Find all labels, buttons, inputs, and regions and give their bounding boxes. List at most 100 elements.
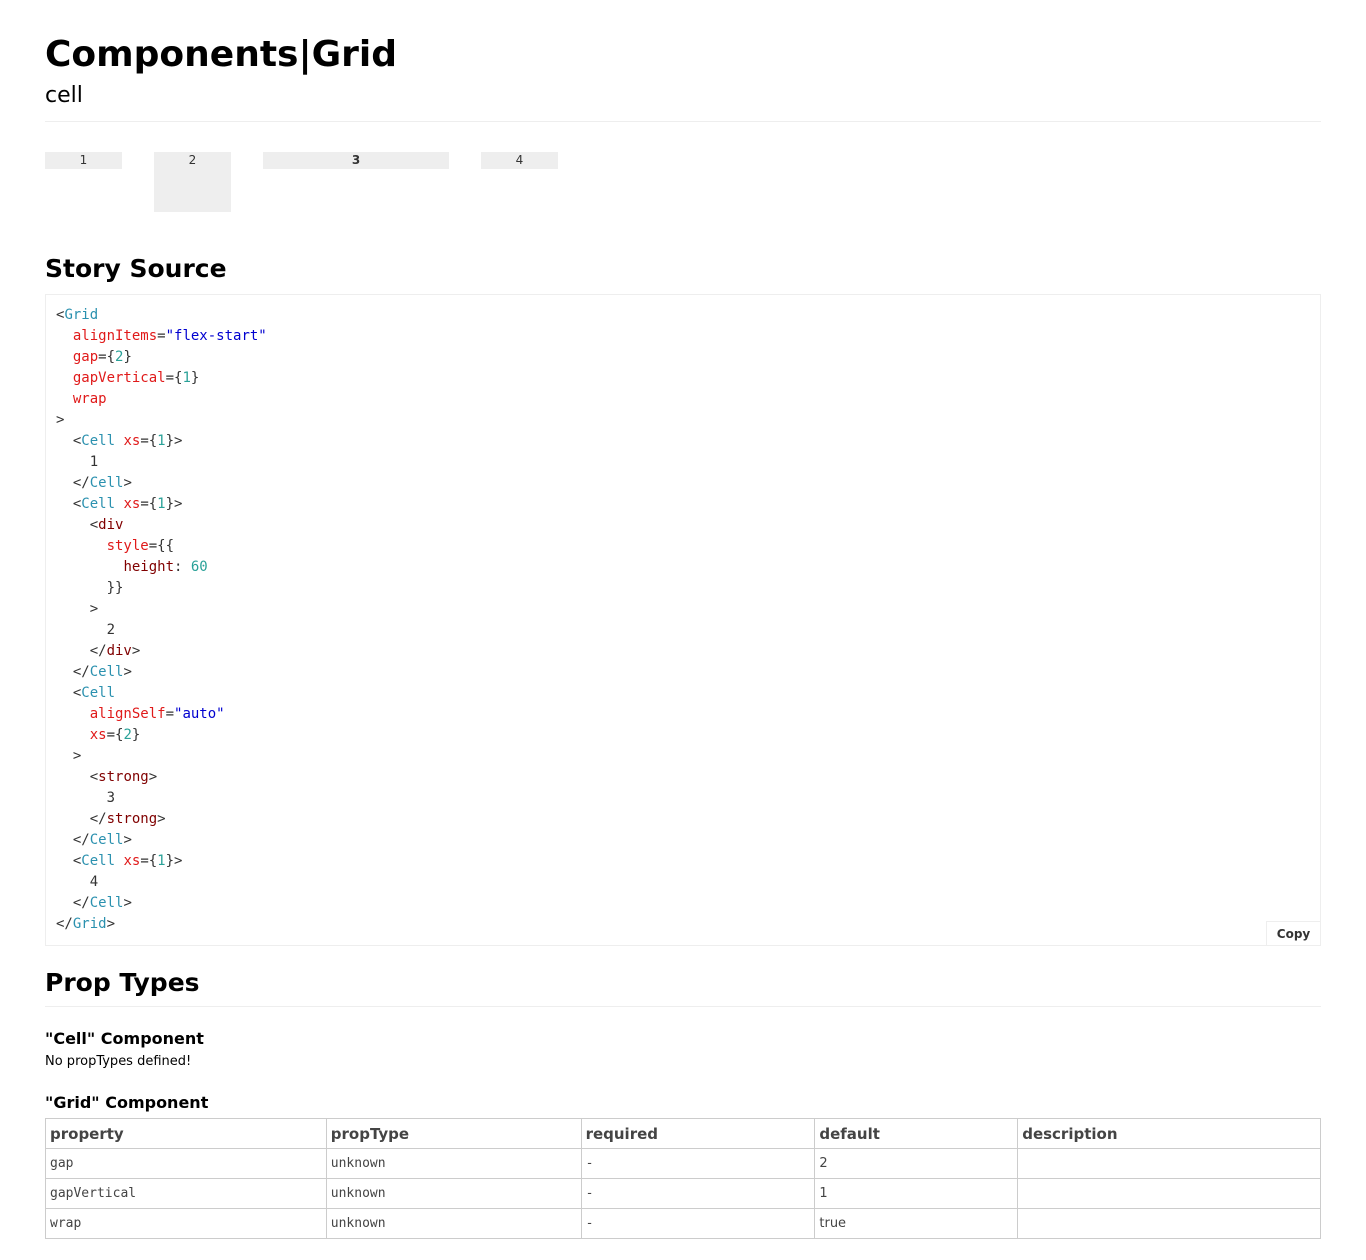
code-token: > bbox=[56, 748, 82, 764]
code-token: 1 bbox=[157, 853, 166, 869]
code-line: style={{ bbox=[56, 536, 267, 557]
code-token: </ bbox=[56, 664, 90, 680]
code-token: Cell bbox=[81, 496, 116, 512]
code-token: Grid bbox=[72, 916, 107, 932]
code-line: </Cell> bbox=[56, 830, 267, 851]
code-token: > bbox=[123, 664, 132, 680]
code-token: < bbox=[56, 496, 82, 512]
prop-description bbox=[1017, 1148, 1321, 1179]
cell-component-title: "Cell" Component bbox=[45, 1029, 204, 1048]
code-token: 60 bbox=[190, 559, 208, 575]
code-token: ={{ bbox=[148, 538, 175, 554]
code-line: 4 bbox=[56, 872, 267, 893]
code-line: wrap bbox=[56, 389, 267, 410]
code-token: Cell bbox=[89, 832, 124, 848]
code-token: > bbox=[123, 832, 132, 848]
code-token: 4 bbox=[56, 874, 99, 890]
page-subtitle: cell bbox=[45, 83, 83, 108]
code-token: gap bbox=[72, 349, 99, 365]
code-token: > bbox=[106, 916, 116, 932]
code-token: 1 bbox=[157, 496, 166, 512]
code-token: 1 bbox=[157, 433, 166, 449]
code-token: < bbox=[56, 769, 99, 785]
grid-component-title: "Grid" Component bbox=[45, 1093, 209, 1112]
code-line: <Grid bbox=[56, 305, 267, 326]
prop-name: gapVertical bbox=[45, 1178, 327, 1209]
code-line: <Cell bbox=[56, 683, 267, 704]
code-token: </ bbox=[56, 811, 107, 827]
code-token: > bbox=[157, 811, 166, 827]
story-source-heading: Story Source bbox=[45, 254, 227, 283]
code-token: </ bbox=[56, 895, 90, 911]
code-line: </div> bbox=[56, 641, 267, 662]
prop-name: gap bbox=[45, 1148, 327, 1179]
code-line: alignItems="flex-start" bbox=[56, 326, 267, 347]
code-token: > bbox=[123, 475, 132, 491]
story-source-code-box: <Grid alignItems="flex-start" gap={2} ga… bbox=[45, 294, 1321, 946]
code-line: <Cell xs={1}> bbox=[56, 494, 267, 515]
table-row: gapVertical unknown - 1 bbox=[45, 1178, 1321, 1209]
code-token: Cell bbox=[81, 685, 116, 701]
code-token: strong bbox=[106, 811, 158, 827]
prop-required: - bbox=[580, 1178, 816, 1209]
code-line: > bbox=[56, 410, 267, 431]
code-token: = bbox=[157, 328, 166, 344]
code-token: "auto" bbox=[174, 706, 225, 722]
code-token: ={ bbox=[140, 496, 158, 512]
code-token: alignSelf bbox=[89, 706, 166, 722]
code-token: xs bbox=[89, 727, 107, 743]
code-token: ={ bbox=[140, 433, 158, 449]
code-token: xs bbox=[123, 433, 141, 449]
code-token: strong bbox=[98, 769, 149, 785]
code-token: < bbox=[56, 853, 82, 869]
code-token: xs bbox=[123, 496, 141, 512]
prop-default: true bbox=[814, 1208, 1019, 1239]
code-token: ={ bbox=[98, 349, 116, 365]
column-header-description: description bbox=[1017, 1118, 1321, 1149]
code-line: 3 bbox=[56, 788, 267, 809]
code-token: ={ bbox=[106, 727, 124, 743]
code-token: 2 bbox=[123, 727, 132, 743]
code-token: }> bbox=[165, 853, 183, 869]
code-line: 2 bbox=[56, 620, 267, 641]
column-header-proptype: propType bbox=[325, 1118, 582, 1149]
prop-default: 2 bbox=[814, 1148, 1019, 1179]
story-source-code: <Grid alignItems="flex-start" gap={2} ga… bbox=[56, 305, 267, 935]
code-line: > bbox=[56, 746, 267, 767]
code-token: "flex-start" bbox=[165, 328, 267, 344]
code-token: }> bbox=[165, 433, 183, 449]
code-line: }} bbox=[56, 578, 267, 599]
grid-cell-4: 4 bbox=[481, 152, 558, 169]
code-token: </ bbox=[56, 832, 90, 848]
code-token: height bbox=[123, 559, 175, 575]
code-token: Cell bbox=[89, 664, 124, 680]
prop-type: unknown bbox=[325, 1148, 582, 1179]
code-line: <Cell xs={1}> bbox=[56, 431, 267, 452]
prop-types-divider bbox=[45, 1006, 1321, 1007]
code-token: ={ bbox=[165, 370, 183, 386]
code-token: ={ bbox=[140, 853, 158, 869]
code-token: div bbox=[98, 517, 124, 533]
prop-types-heading: Prop Types bbox=[45, 968, 200, 997]
code-line: </Cell> bbox=[56, 662, 267, 683]
code-line: <div bbox=[56, 515, 267, 536]
table-row: wrap unknown - true bbox=[45, 1208, 1321, 1239]
code-line: <strong> bbox=[56, 767, 267, 788]
copy-button[interactable]: Copy bbox=[1266, 921, 1320, 945]
prop-type: unknown bbox=[325, 1178, 582, 1209]
column-header-required: required bbox=[580, 1118, 816, 1149]
code-line: > bbox=[56, 599, 267, 620]
prop-default: 1 bbox=[814, 1178, 1019, 1209]
code-token: }> bbox=[165, 496, 183, 512]
code-token: xs bbox=[123, 853, 141, 869]
code-token: > bbox=[56, 412, 65, 428]
prop-description bbox=[1017, 1178, 1321, 1209]
code-token: } bbox=[190, 370, 200, 386]
grid-cell-2: 2 bbox=[154, 152, 231, 212]
code-token: </ bbox=[56, 916, 73, 932]
